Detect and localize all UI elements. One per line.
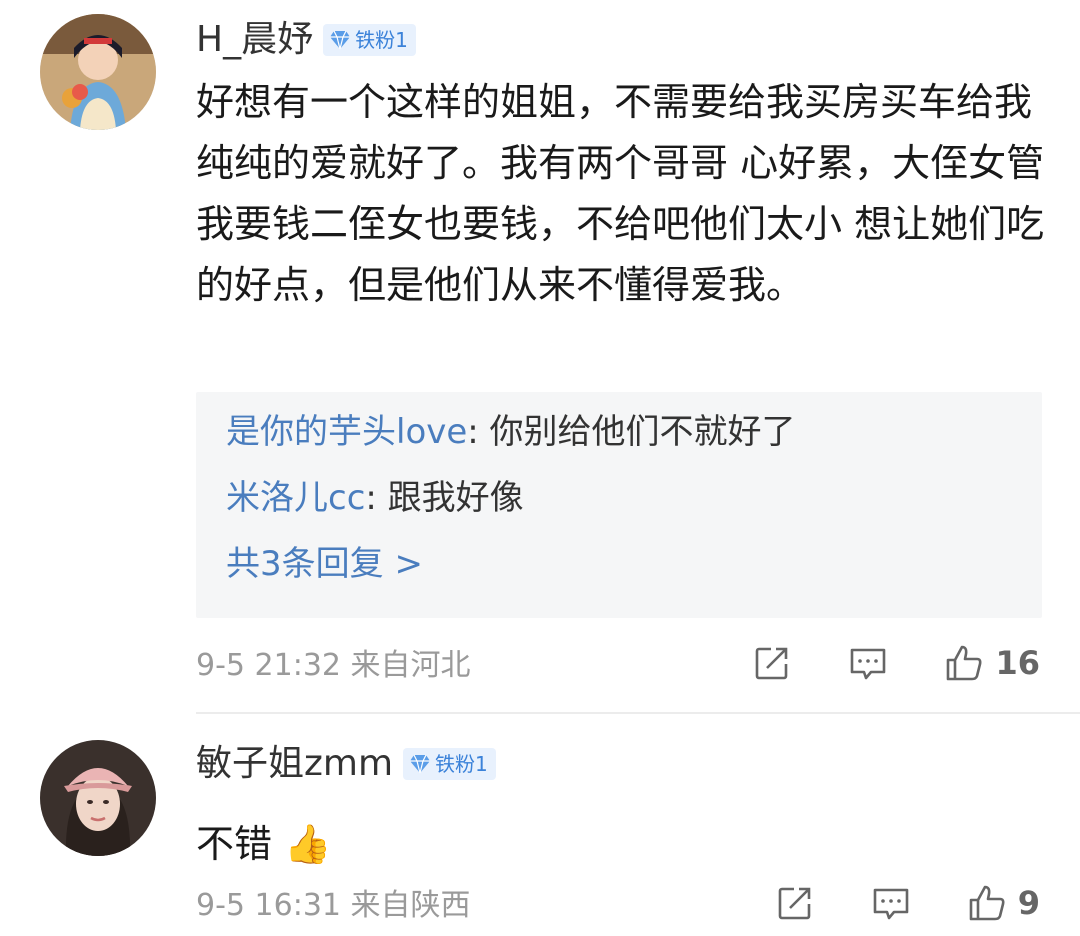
like-count: 9 [1017,884,1040,922]
comment-location: 来自陕西 [350,888,471,923]
username[interactable]: 敏子姐zmm 铁粉1 [196,744,496,784]
badge-label: 铁粉1 [355,28,408,52]
comment-button[interactable] [847,642,889,684]
comment-time: 9-5 16:31 [196,888,341,923]
reply-author[interactable]: 米洛儿cc [226,478,365,518]
diamond-icon [330,30,351,50]
username[interactable]: H_晨妤 铁粉1 [196,20,416,60]
comment-text: 不错 👍 [196,814,1046,875]
comment-meta: 9-5 16:31 来自陕西 [196,888,471,924]
avatar[interactable] [40,740,156,856]
badge-label: 铁粉1 [435,752,488,776]
comment-icon [851,648,886,680]
fan-badge[interactable]: 铁粉1 [323,24,416,56]
diamond-icon [410,754,431,774]
like-button[interactable]: 16 [943,642,1040,684]
reply-item[interactable]: 是你的芋头love: 你别给他们不就好了 [226,412,796,452]
comment-meta: 9-5 21:32 来自河北 [196,648,471,684]
share-icon [778,887,811,920]
comment-item: H_晨妤 铁粉1 好想有一个这样的姐姐，不需要给我买房买车给我纯纯的爱就好了。我… [0,0,1080,714]
username-text[interactable]: H_晨妤 [196,20,313,60]
comment-time: 9-5 21:32 [196,648,341,683]
username-text[interactable]: 敏子姐zmm [196,744,393,784]
like-icon [969,885,1005,921]
comment-item: 敏子姐zmm 铁粉1 不错 👍 9-5 16:31 来自陕西 9 [0,714,1080,936]
like-button[interactable]: 9 [966,882,1040,924]
comment-text: 好想有一个这样的姐姐，不需要给我买房买车给我纯纯的爱就好了。我有两个哥哥 心好累… [196,80,1045,307]
comment-actions: 16 [697,642,1040,684]
more-replies-link[interactable]: 共3条回复 > [226,544,423,584]
reply-author[interactable]: 是你的芋头love [226,412,467,452]
thumbs-up-emoji: 👍 [284,822,332,866]
share-button[interactable] [751,642,793,684]
fan-badge[interactable]: 铁粉1 [403,748,496,780]
reply-item[interactable]: 米洛儿cc: 跟我好像 [226,478,524,518]
like-count: 16 [995,644,1040,682]
avatar[interactable] [40,14,156,130]
reply-text: : 你别给他们不就好了 [467,412,796,452]
comment-icon [873,888,909,920]
comment-location: 来自河北 [350,648,471,683]
reply-text: : 跟我好像 [365,478,524,518]
comment-text-body: 不错 [196,822,273,866]
replies-box[interactable]: 是你的芋头love: 你别给他们不就好了 米洛儿cc: 跟我好像 共3条回复 > [196,392,1042,618]
comment-actions: 9 [720,882,1040,924]
share-icon [756,647,788,680]
like-icon [947,645,982,681]
comment-button[interactable] [870,882,912,924]
share-button[interactable] [774,882,816,924]
